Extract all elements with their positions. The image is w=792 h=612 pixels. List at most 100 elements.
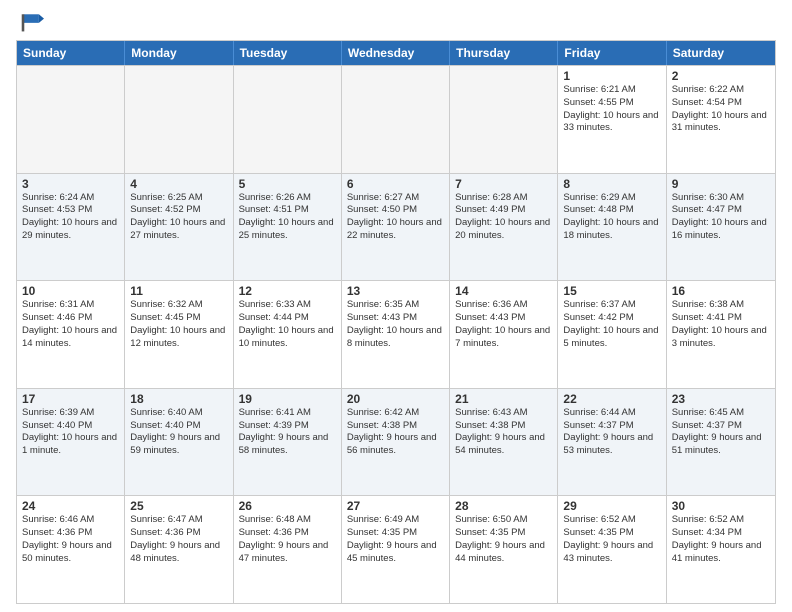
day-info: Sunrise: 6:44 AM Sunset: 4:37 PM Dayligh… <box>563 407 660 458</box>
cal-cell: 30Sunrise: 6:52 AM Sunset: 4:34 PM Dayli… <box>667 496 775 603</box>
logo-area <box>16 12 46 32</box>
day-number: 11 <box>130 284 227 298</box>
day-info: Sunrise: 6:50 AM Sunset: 4:35 PM Dayligh… <box>455 514 552 565</box>
cal-cell: 21Sunrise: 6:43 AM Sunset: 4:38 PM Dayli… <box>450 389 558 496</box>
day-info: Sunrise: 6:28 AM Sunset: 4:49 PM Dayligh… <box>455 192 552 243</box>
day-number: 24 <box>22 499 119 513</box>
cal-cell: 24Sunrise: 6:46 AM Sunset: 4:36 PM Dayli… <box>17 496 125 603</box>
cal-header-cell: Tuesday <box>234 41 342 65</box>
day-number: 18 <box>130 392 227 406</box>
day-info: Sunrise: 6:27 AM Sunset: 4:50 PM Dayligh… <box>347 192 444 243</box>
day-number: 5 <box>239 177 336 191</box>
day-number: 21 <box>455 392 552 406</box>
day-number: 3 <box>22 177 119 191</box>
cal-cell: 22Sunrise: 6:44 AM Sunset: 4:37 PM Dayli… <box>558 389 666 496</box>
day-number: 25 <box>130 499 227 513</box>
day-info: Sunrise: 6:39 AM Sunset: 4:40 PM Dayligh… <box>22 407 119 458</box>
day-number: 7 <box>455 177 552 191</box>
cal-cell: 1Sunrise: 6:21 AM Sunset: 4:55 PM Daylig… <box>558 66 666 173</box>
header <box>16 12 776 32</box>
day-info: Sunrise: 6:48 AM Sunset: 4:36 PM Dayligh… <box>239 514 336 565</box>
day-info: Sunrise: 6:41 AM Sunset: 4:39 PM Dayligh… <box>239 407 336 458</box>
cal-cell: 19Sunrise: 6:41 AM Sunset: 4:39 PM Dayli… <box>234 389 342 496</box>
day-info: Sunrise: 6:31 AM Sunset: 4:46 PM Dayligh… <box>22 299 119 350</box>
cal-cell: 28Sunrise: 6:50 AM Sunset: 4:35 PM Dayli… <box>450 496 558 603</box>
cal-cell: 3Sunrise: 6:24 AM Sunset: 4:53 PM Daylig… <box>17 174 125 281</box>
day-info: Sunrise: 6:22 AM Sunset: 4:54 PM Dayligh… <box>672 84 770 135</box>
day-info: Sunrise: 6:36 AM Sunset: 4:43 PM Dayligh… <box>455 299 552 350</box>
cal-cell: 27Sunrise: 6:49 AM Sunset: 4:35 PM Dayli… <box>342 496 450 603</box>
day-info: Sunrise: 6:21 AM Sunset: 4:55 PM Dayligh… <box>563 84 660 135</box>
day-info: Sunrise: 6:47 AM Sunset: 4:36 PM Dayligh… <box>130 514 227 565</box>
cal-cell: 9Sunrise: 6:30 AM Sunset: 4:47 PM Daylig… <box>667 174 775 281</box>
day-number: 29 <box>563 499 660 513</box>
day-number: 17 <box>22 392 119 406</box>
day-info: Sunrise: 6:24 AM Sunset: 4:53 PM Dayligh… <box>22 192 119 243</box>
day-number: 13 <box>347 284 444 298</box>
calendar-body: 1Sunrise: 6:21 AM Sunset: 4:55 PM Daylig… <box>17 65 775 603</box>
day-info: Sunrise: 6:32 AM Sunset: 4:45 PM Dayligh… <box>130 299 227 350</box>
day-info: Sunrise: 6:46 AM Sunset: 4:36 PM Dayligh… <box>22 514 119 565</box>
day-info: Sunrise: 6:26 AM Sunset: 4:51 PM Dayligh… <box>239 192 336 243</box>
cal-header-cell: Monday <box>125 41 233 65</box>
cal-cell: 20Sunrise: 6:42 AM Sunset: 4:38 PM Dayli… <box>342 389 450 496</box>
day-number: 30 <box>672 499 770 513</box>
cal-cell: 8Sunrise: 6:29 AM Sunset: 4:48 PM Daylig… <box>558 174 666 281</box>
day-number: 4 <box>130 177 227 191</box>
day-number: 23 <box>672 392 770 406</box>
cal-week: 17Sunrise: 6:39 AM Sunset: 4:40 PM Dayli… <box>17 388 775 496</box>
cal-header-cell: Wednesday <box>342 41 450 65</box>
day-info: Sunrise: 6:52 AM Sunset: 4:35 PM Dayligh… <box>563 514 660 565</box>
cal-cell: 12Sunrise: 6:33 AM Sunset: 4:44 PM Dayli… <box>234 281 342 388</box>
day-info: Sunrise: 6:33 AM Sunset: 4:44 PM Dayligh… <box>239 299 336 350</box>
cal-cell: 29Sunrise: 6:52 AM Sunset: 4:35 PM Dayli… <box>558 496 666 603</box>
cal-cell: 11Sunrise: 6:32 AM Sunset: 4:45 PM Dayli… <box>125 281 233 388</box>
cal-cell: 14Sunrise: 6:36 AM Sunset: 4:43 PM Dayli… <box>450 281 558 388</box>
cal-cell: 15Sunrise: 6:37 AM Sunset: 4:42 PM Dayli… <box>558 281 666 388</box>
cal-header-cell: Saturday <box>667 41 775 65</box>
day-info: Sunrise: 6:43 AM Sunset: 4:38 PM Dayligh… <box>455 407 552 458</box>
cal-header-cell: Thursday <box>450 41 558 65</box>
cal-header-cell: Friday <box>558 41 666 65</box>
day-number: 6 <box>347 177 444 191</box>
day-info: Sunrise: 6:29 AM Sunset: 4:48 PM Dayligh… <box>563 192 660 243</box>
day-number: 1 <box>563 69 660 83</box>
cal-cell: 7Sunrise: 6:28 AM Sunset: 4:49 PM Daylig… <box>450 174 558 281</box>
day-number: 9 <box>672 177 770 191</box>
cal-header-cell: Sunday <box>17 41 125 65</box>
day-number: 10 <box>22 284 119 298</box>
cal-cell: 2Sunrise: 6:22 AM Sunset: 4:54 PM Daylig… <box>667 66 775 173</box>
calendar: SundayMondayTuesdayWednesdayThursdayFrid… <box>16 40 776 604</box>
day-number: 12 <box>239 284 336 298</box>
day-number: 8 <box>563 177 660 191</box>
day-info: Sunrise: 6:25 AM Sunset: 4:52 PM Dayligh… <box>130 192 227 243</box>
cal-cell: 25Sunrise: 6:47 AM Sunset: 4:36 PM Dayli… <box>125 496 233 603</box>
cal-cell-empty <box>17 66 125 173</box>
day-number: 2 <box>672 69 770 83</box>
cal-cell-empty <box>450 66 558 173</box>
day-number: 20 <box>347 392 444 406</box>
day-info: Sunrise: 6:45 AM Sunset: 4:37 PM Dayligh… <box>672 407 770 458</box>
calendar-header-row: SundayMondayTuesdayWednesdayThursdayFrid… <box>17 41 775 65</box>
day-info: Sunrise: 6:52 AM Sunset: 4:34 PM Dayligh… <box>672 514 770 565</box>
cal-cell: 13Sunrise: 6:35 AM Sunset: 4:43 PM Dayli… <box>342 281 450 388</box>
cal-cell: 18Sunrise: 6:40 AM Sunset: 4:40 PM Dayli… <box>125 389 233 496</box>
cal-cell: 4Sunrise: 6:25 AM Sunset: 4:52 PM Daylig… <box>125 174 233 281</box>
logo-text <box>16 12 46 32</box>
day-number: 14 <box>455 284 552 298</box>
page: SundayMondayTuesdayWednesdayThursdayFrid… <box>0 0 792 612</box>
day-info: Sunrise: 6:35 AM Sunset: 4:43 PM Dayligh… <box>347 299 444 350</box>
day-number: 26 <box>239 499 336 513</box>
cal-cell-empty <box>342 66 450 173</box>
day-info: Sunrise: 6:40 AM Sunset: 4:40 PM Dayligh… <box>130 407 227 458</box>
cal-cell: 26Sunrise: 6:48 AM Sunset: 4:36 PM Dayli… <box>234 496 342 603</box>
day-number: 16 <box>672 284 770 298</box>
logo-icon <box>20 12 44 32</box>
cal-cell: 17Sunrise: 6:39 AM Sunset: 4:40 PM Dayli… <box>17 389 125 496</box>
day-info: Sunrise: 6:38 AM Sunset: 4:41 PM Dayligh… <box>672 299 770 350</box>
day-info: Sunrise: 6:30 AM Sunset: 4:47 PM Dayligh… <box>672 192 770 243</box>
day-info: Sunrise: 6:42 AM Sunset: 4:38 PM Dayligh… <box>347 407 444 458</box>
day-info: Sunrise: 6:37 AM Sunset: 4:42 PM Dayligh… <box>563 299 660 350</box>
day-number: 19 <box>239 392 336 406</box>
cal-cell: 16Sunrise: 6:38 AM Sunset: 4:41 PM Dayli… <box>667 281 775 388</box>
